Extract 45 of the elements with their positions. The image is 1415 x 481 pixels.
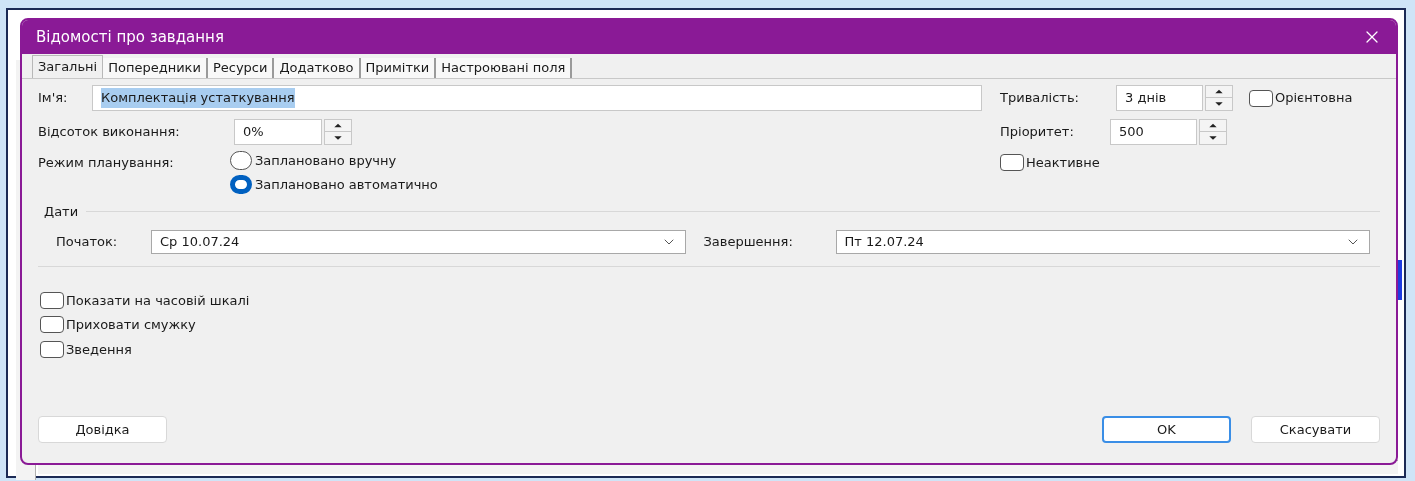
tab[interactable]: Ресурси	[207, 58, 275, 78]
radio-label: Заплановано автоматично	[255, 175, 438, 194]
tab[interactable]: Загальні	[32, 55, 104, 78]
checkbox-label: Показати на часовій шкалі	[66, 291, 250, 310]
radio-label: Заплановано вручну	[255, 152, 397, 170]
checkbox-label: Приховати смужку	[66, 316, 196, 334]
field-label: Тривалість:	[1000, 89, 1080, 108]
spin-buttons[interactable]	[1199, 119, 1227, 145]
radio-button[interactable]	[230, 151, 252, 171]
checkbox-label: Зведення	[66, 340, 132, 359]
tab[interactable]: Настроювані поля	[436, 58, 573, 78]
field-value: 3 днів	[1125, 89, 1167, 108]
spin-buttons[interactable]	[1205, 85, 1233, 111]
field-label: Початок:	[56, 232, 119, 251]
field-label: Ім'я:	[38, 89, 69, 108]
tab[interactable]: Додатково	[274, 58, 361, 78]
section-label: Дати	[44, 203, 79, 221]
checkbox[interactable]	[40, 340, 64, 358]
checkbox[interactable]	[40, 291, 64, 309]
text-field[interactable]: 3 днів	[1116, 85, 1203, 111]
dialog-button[interactable]: Скасувати	[1251, 416, 1380, 443]
field-value: 500	[1119, 123, 1144, 142]
checkbox[interactable]	[1000, 154, 1024, 172]
checkbox[interactable]	[1249, 89, 1273, 107]
field-label: Пріоритет:	[1000, 123, 1075, 142]
field-label: Режим планування:	[38, 154, 175, 172]
date-dropdown[interactable]: Пт 12.07.24	[835, 229, 1370, 254]
text-field[interactable]: Комплектація устаткування	[92, 85, 982, 111]
tab[interactable]: Примітки	[360, 58, 437, 78]
field-label: Відсоток виконання:	[38, 123, 181, 142]
tab[interactable]: Попередники	[103, 58, 208, 78]
dialog-button[interactable]: Довідка	[38, 416, 167, 443]
field-label: Завершення:	[702, 232, 794, 251]
field-value: 0%	[243, 123, 264, 142]
radio-button[interactable]	[230, 174, 252, 194]
field-value: Комплектація устаткування	[101, 88, 295, 108]
checkbox-label: Орієнтовна	[1275, 89, 1353, 108]
window-title: Відомості про завдання	[36, 26, 224, 48]
spin-buttons[interactable]	[324, 119, 352, 145]
checkbox-label: Неактивне	[1026, 154, 1100, 172]
checkbox[interactable]	[40, 316, 64, 334]
text-field[interactable]: 0%	[234, 119, 322, 145]
dialog-button[interactable]: OK	[1102, 416, 1231, 443]
text-field[interactable]: 500	[1110, 119, 1197, 145]
date-dropdown[interactable]: Ср 10.07.24	[151, 229, 686, 254]
